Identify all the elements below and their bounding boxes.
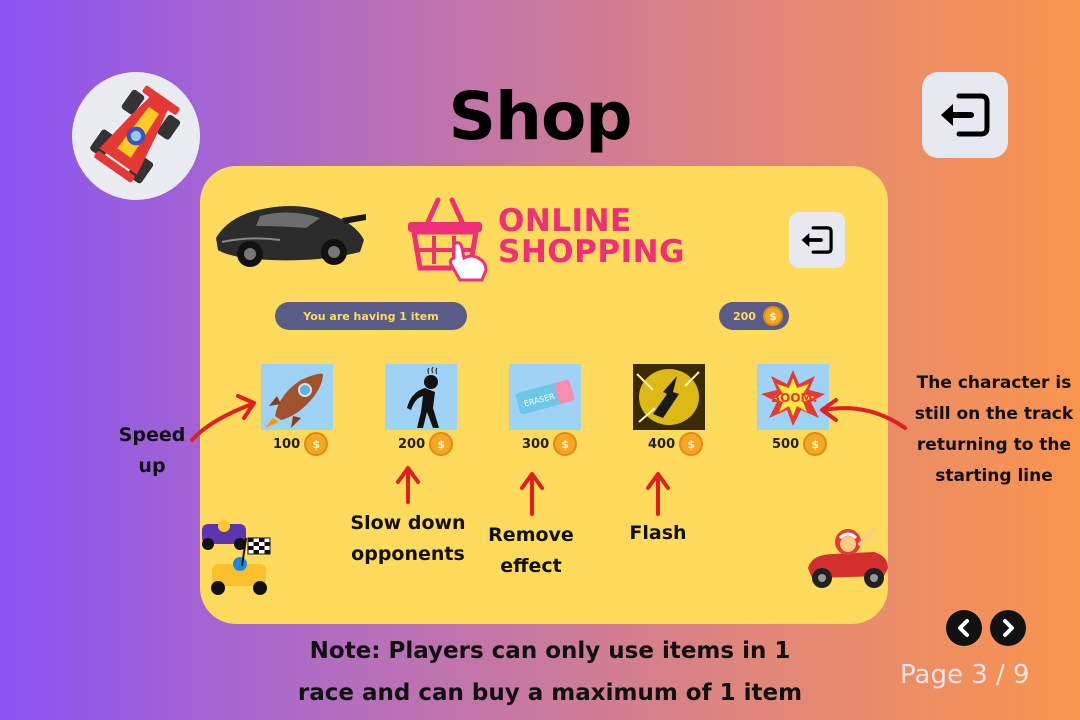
label-boom: The character is still on the track retu… <box>900 368 1080 492</box>
arrow-speed-up <box>190 402 254 442</box>
chevron-left-icon <box>958 619 969 637</box>
label-line: returning to the <box>916 435 1072 455</box>
label-line: Slow down <box>350 512 466 534</box>
label-speed-up: Speed up <box>112 420 192 482</box>
label-line: still on the track <box>914 404 1074 424</box>
prev-page-button[interactable] <box>946 610 982 646</box>
page-indicator: Page 3 / 9 <box>900 660 1030 690</box>
label-flash: Flash <box>629 522 687 544</box>
note-line: Note: Players can only use items in 1 <box>309 638 791 664</box>
label-line: opponents <box>351 543 465 565</box>
annotation-arrows <box>190 394 907 516</box>
racing-karts-image <box>202 520 271 595</box>
label-line: starting line <box>935 466 1053 486</box>
next-page-button[interactable] <box>990 610 1026 646</box>
racer-image <box>808 528 888 588</box>
chevron-right-icon <box>1003 619 1014 637</box>
note-line: race and can buy a maximum of 1 item <box>297 680 803 706</box>
label-slow-down: Slow down opponents <box>338 508 478 570</box>
label-remove-effect: Remove effect <box>472 520 590 582</box>
label-line: up <box>138 455 166 477</box>
label-line: effect <box>500 555 562 577</box>
label-line: The character is <box>916 373 1072 393</box>
label-line: Remove <box>488 524 574 546</box>
label-line: Speed <box>118 424 186 446</box>
footer-note: Note: Players can only use items in 1 ra… <box>250 630 850 714</box>
